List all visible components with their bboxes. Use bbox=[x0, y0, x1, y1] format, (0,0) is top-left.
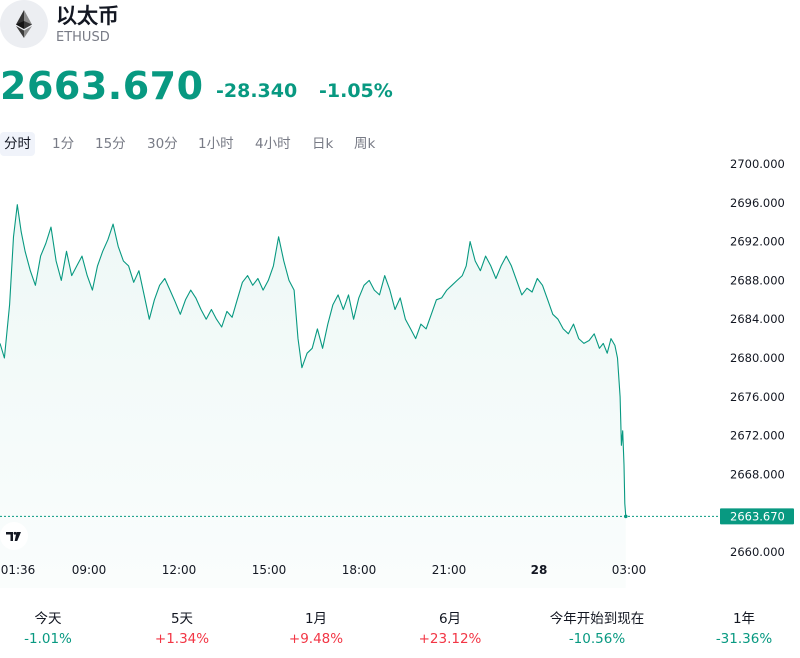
perf-label: 5天 bbox=[170, 611, 194, 627]
x-tick-label: 03:00 bbox=[612, 563, 647, 577]
x-tick-label: 15:00 bbox=[252, 563, 287, 577]
x-tick-label: 01:36 bbox=[1, 563, 36, 577]
perf-value: +1.34% bbox=[154, 631, 210, 647]
y-tick-label: 2680.000 bbox=[730, 351, 785, 365]
y-axis: 2660.000 2668.000 2672.000 2676.000 2680.000… bbox=[730, 158, 785, 559]
symbol-ticker: ETHUSD bbox=[56, 30, 110, 45]
last-price: 2663.670 bbox=[0, 64, 204, 108]
perf-1y[interactable]: 1年 -31.36% bbox=[679, 608, 800, 648]
perf-label: 1月 bbox=[304, 611, 328, 627]
tab-interval-1h[interactable]: 1小时 bbox=[194, 132, 238, 156]
perf-today[interactable]: 今天 -1.01% bbox=[0, 608, 113, 648]
tab-interval-30m[interactable]: 30分 bbox=[143, 132, 182, 156]
symbol-header: 以太币 ETHUSD bbox=[0, 0, 800, 52]
y-tick-label: 2688.000 bbox=[730, 273, 785, 287]
perf-6m[interactable]: 6月 +23.12% bbox=[385, 608, 515, 648]
perf-value: -31.36% bbox=[715, 631, 773, 647]
performance-bar: 今天 -1.01% 5天 +1.34% 1月 +9.48% 6月 +23.12%… bbox=[0, 608, 800, 648]
interval-tabs: 分时 1分 15分 30分 1小时 4小时 日k 周k bbox=[0, 132, 420, 156]
last-price-label: 2663.670 bbox=[720, 508, 794, 525]
x-tick-label: 09:00 bbox=[72, 563, 107, 577]
x-tick-label: 21:00 bbox=[432, 563, 467, 577]
perf-value: +9.48% bbox=[288, 631, 344, 647]
perf-value: +23.12% bbox=[418, 631, 482, 647]
quote-panel: 2663.670 -28.340 -1.05% bbox=[0, 62, 800, 110]
y-tick-label: 2672.000 bbox=[730, 429, 785, 443]
last-price-dot bbox=[623, 514, 628, 519]
price-change-percent: -1.05% bbox=[319, 80, 393, 102]
y-tick-label: 2676.000 bbox=[730, 390, 785, 404]
perf-label: 今年开始到现在 bbox=[549, 611, 645, 627]
y-tick-label: 2692.000 bbox=[730, 235, 785, 249]
y-tick-label: 2668.000 bbox=[730, 467, 785, 481]
perf-label: 1年 bbox=[732, 611, 756, 627]
tab-interval-4h[interactable]: 4小时 bbox=[251, 132, 295, 156]
tab-interval-weekly[interactable]: 周k bbox=[350, 132, 379, 156]
perf-value: -1.01% bbox=[24, 631, 72, 647]
price-area bbox=[0, 204, 626, 588]
y-tick-label: 2684.000 bbox=[730, 312, 785, 326]
perf-5d[interactable]: 5天 +1.34% bbox=[117, 608, 247, 648]
y-tick-label: 2696.000 bbox=[730, 196, 785, 210]
tab-interval-15m[interactable]: 15分 bbox=[91, 132, 130, 156]
x-tick-label: 18:00 bbox=[342, 563, 377, 577]
ethereum-icon bbox=[0, 0, 48, 48]
perf-value: -10.56% bbox=[568, 631, 626, 647]
perf-ytd[interactable]: 今年开始到现在 -10.56% bbox=[532, 608, 662, 648]
x-tick-label: 12:00 bbox=[162, 563, 197, 577]
perf-label: 6月 bbox=[438, 611, 462, 627]
perf-label: 今天 bbox=[34, 611, 62, 627]
symbol-title: 以太币 bbox=[56, 4, 119, 28]
last-price-label-text: 2663.670 bbox=[730, 509, 785, 523]
perf-1m[interactable]: 1月 +9.48% bbox=[251, 608, 381, 648]
tab-interval-1m[interactable]: 1分 bbox=[48, 132, 78, 156]
x-tick-label: 28 bbox=[531, 563, 548, 577]
tradingview-logo-icon[interactable] bbox=[0, 522, 28, 550]
y-tick-label: 2700.000 bbox=[730, 158, 785, 171]
tab-interval-realtime[interactable]: 分时 bbox=[0, 132, 35, 156]
price-chart[interactable]: 2660.000 2668.000 2672.000 2676.000 2680.000… bbox=[0, 158, 800, 588]
y-tick-label: 2660.000 bbox=[730, 545, 785, 559]
tab-interval-daily[interactable]: 日k bbox=[308, 132, 337, 156]
price-change: -28.340 bbox=[216, 80, 298, 102]
